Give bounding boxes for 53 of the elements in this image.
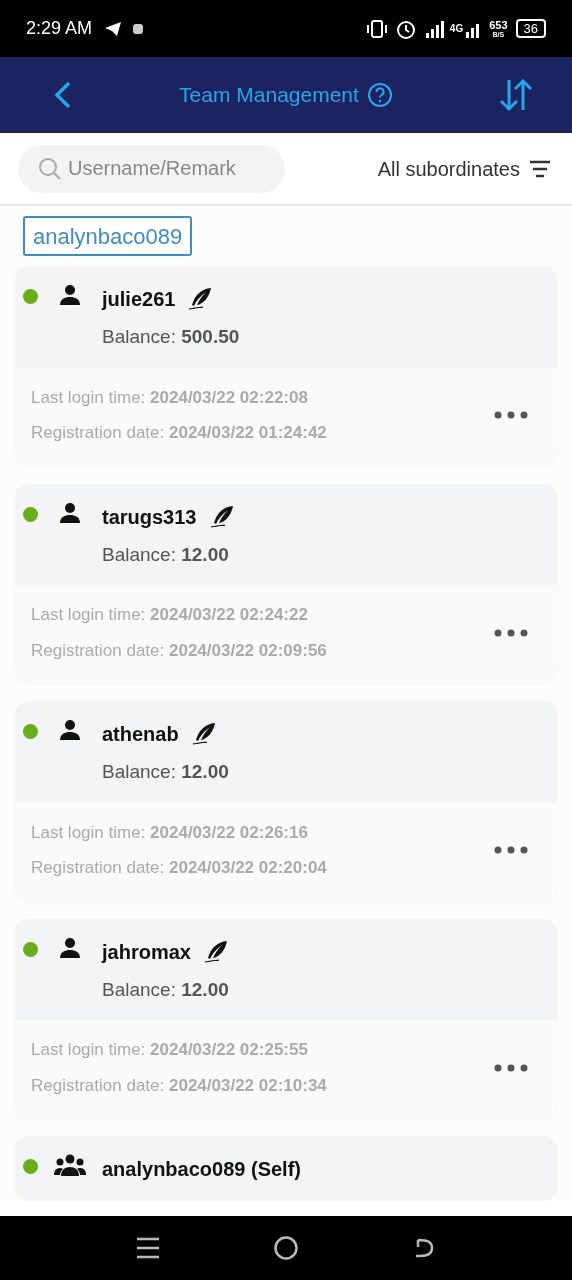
more-icon[interactable] (493, 410, 529, 420)
username: athenab (102, 722, 179, 747)
last-login-text: Last login time: 2024/03/22 02:24:22 (31, 604, 309, 626)
help-icon[interactable] (366, 82, 393, 108)
battery-level: 36 (515, 19, 546, 38)
last-login-text: Last login time: 2024/03/22 02:22:08 (31, 386, 309, 409)
vibrate-icon (364, 18, 389, 39)
registration-date-text: Registration date: 2024/03/22 01:24:42 (31, 422, 328, 444)
group-icon (54, 1154, 86, 1176)
quill-pen-icon[interactable] (202, 939, 229, 964)
more-icon[interactable] (493, 845, 529, 855)
last-login-text: Last login time: 2024/03/22 02:25:55 (31, 1039, 309, 1061)
last-login-text: Last login time: 2024/03/22 02:26:16 (31, 821, 309, 844)
member-card[interactable]: jahromax Balance: 12.00 Last login time: 2024/03/22 02:25:55 Registration date: 2024/03/22 02:10:34 (15, 918, 557, 1118)
app-icon (132, 22, 145, 35)
search-field[interactable]: Username/Remark (18, 144, 285, 193)
member-card[interactable]: athenab Balance: 12.00 Last login time: 2024/03/22 02:26:16 Registration date: 2024/03/22 02:20:04 (15, 701, 557, 901)
breadcrumb-chip[interactable]: analynbaco089 (23, 216, 193, 256)
registration-date-text: Registration date: 2024/03/22 02:10:34 (31, 1074, 328, 1097)
more-icon[interactable] (493, 627, 529, 638)
username: jahromax (102, 939, 191, 965)
menu-icon[interactable] (136, 1237, 161, 1259)
filter-icon (528, 158, 552, 179)
balance-text: Balance: 500.50 (102, 325, 240, 349)
member-card[interactable]: julie261 Balance: 500.50 Last login time: 2024/03/22 02:22:08 Registration date: 2024/03/22 01:24:42 (15, 266, 557, 466)
quill-pen-icon[interactable] (208, 504, 235, 529)
home-icon[interactable] (273, 1235, 299, 1261)
person-icon (59, 501, 81, 524)
balance-text: Balance: 12.00 (102, 977, 229, 1002)
person-icon (59, 719, 81, 741)
network-type: 4G (449, 23, 464, 34)
more-icon[interactable] (493, 1062, 529, 1073)
person-icon (59, 936, 81, 959)
quill-pen-icon[interactable] (187, 287, 214, 311)
status-time: 2:29 AM (26, 17, 93, 40)
paper-plane-icon (104, 20, 123, 37)
username: tarugs313 (102, 504, 197, 530)
registration-date-text: Registration date: 2024/03/22 02:20:04 (31, 857, 328, 879)
filter-button[interactable]: All subordinates (377, 153, 552, 184)
balance-text: Balance: 12.00 (102, 760, 229, 784)
username: analynbaco089 (Self) (102, 1157, 301, 1182)
balance-text: Balance: 12.00 (102, 542, 230, 567)
registration-date-text: Registration date: 2024/03/22 02:09:56 (31, 639, 328, 662)
page-title: Team Management (179, 82, 359, 109)
signal-icon (424, 19, 445, 38)
network-speed: 653 (489, 19, 508, 31)
username: julie261 (102, 287, 176, 312)
member-card[interactable]: analynbaco089 (Self) (15, 1136, 557, 1200)
sort-button[interactable] (498, 77, 534, 113)
person-icon (59, 284, 81, 306)
member-card[interactable]: tarugs313 Balance: 12.00 Last login time: 2024/03/22 02:24:22 Registration date: 2024/03/22 02:09:56 (15, 483, 557, 683)
search-icon (38, 156, 62, 181)
quill-pen-icon[interactable] (190, 722, 217, 746)
